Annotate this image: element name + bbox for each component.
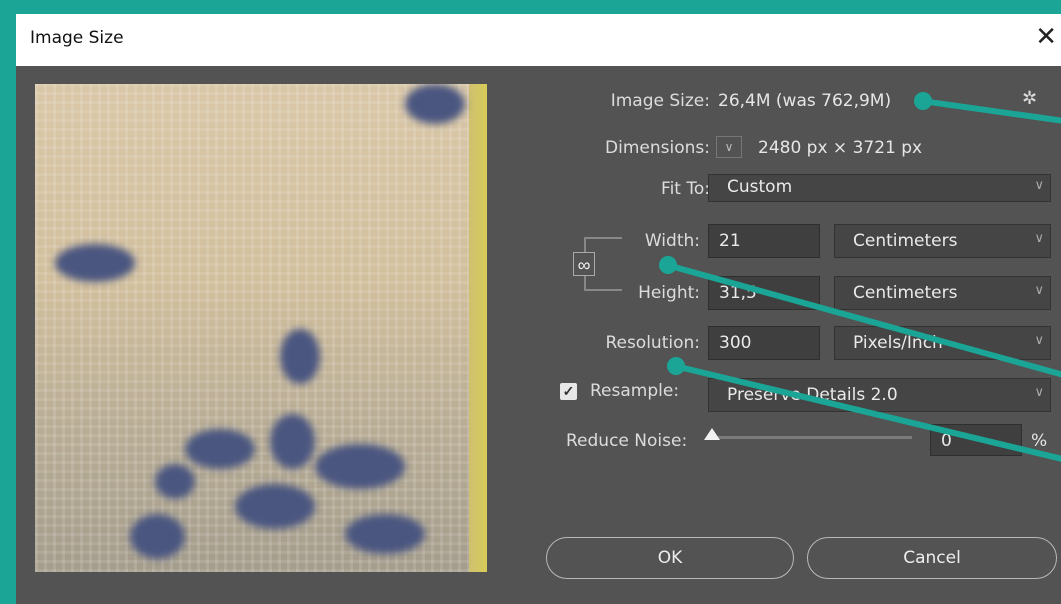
- fit-to-select[interactable]: Custom ∨: [708, 174, 1051, 202]
- image-preview[interactable]: [35, 84, 487, 572]
- dimensions-label: Dimensions:: [605, 138, 710, 158]
- height-unit-value: Centimeters: [853, 283, 958, 303]
- chevron-down-icon: ∨: [1034, 231, 1044, 246]
- ok-button[interactable]: OK: [546, 537, 794, 579]
- gear-icon[interactable]: ✲: [1022, 88, 1037, 109]
- dialog-titlebar: Image Size ✕: [16, 14, 1061, 66]
- resample-label: Resample:: [590, 381, 680, 401]
- dimensions-dropdown[interactable]: ∨: [716, 136, 742, 158]
- width-unit-value: Centimeters: [853, 231, 958, 251]
- resolution-input[interactable]: 300: [708, 326, 820, 360]
- chain-link-icon[interactable]: ∞: [573, 252, 595, 276]
- fit-to-value: Custom: [727, 177, 793, 197]
- close-icon[interactable]: ✕: [1035, 22, 1057, 52]
- height-label: Height:: [638, 283, 700, 303]
- resolution-label: Resolution:: [605, 333, 700, 353]
- width-label: Width:: [644, 231, 700, 251]
- dialog-title: Image Size: [30, 28, 124, 48]
- chevron-down-icon: ∨: [1034, 283, 1044, 298]
- image-size-label: Image Size:: [610, 91, 710, 111]
- width-unit-select[interactable]: Centimeters ∨: [834, 224, 1051, 258]
- preview-edge: [469, 84, 487, 572]
- reduce-noise-label: Reduce Noise:: [566, 431, 688, 451]
- cancel-button[interactable]: Cancel: [807, 537, 1057, 579]
- chevron-down-icon: ∨: [1034, 178, 1044, 193]
- fit-to-label: Fit To:: [661, 179, 710, 199]
- reduce-noise-track[interactable]: [712, 436, 912, 439]
- image-size-value: 26,4M (was 762,9M): [718, 91, 892, 111]
- width-input[interactable]: 21: [708, 224, 820, 258]
- height-unit-select[interactable]: Centimeters ∨: [834, 276, 1051, 310]
- dimensions-value: 2480 px × 3721 px: [758, 138, 923, 158]
- chevron-down-icon: ∨: [724, 140, 734, 154]
- resample-checkbox[interactable]: ✓: [560, 383, 577, 400]
- chevron-down-icon: ∨: [1034, 333, 1044, 348]
- reduce-noise-slider-thumb[interactable]: [704, 428, 720, 440]
- chevron-down-icon: ∨: [1034, 385, 1044, 400]
